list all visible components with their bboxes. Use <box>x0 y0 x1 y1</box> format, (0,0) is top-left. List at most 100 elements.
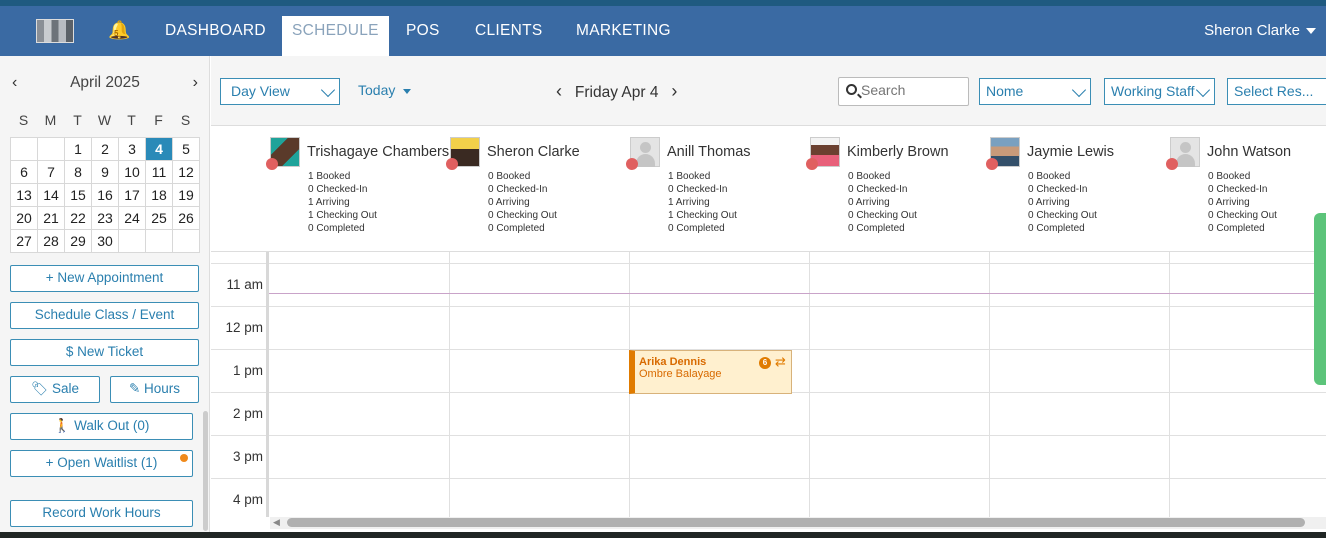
search-input[interactable] <box>861 82 961 98</box>
prev-month-icon[interactable]: ‹ <box>12 74 17 92</box>
stat-checking-out: 0 Checking Out <box>1208 210 1277 221</box>
top-nav: 🔔 5 DASHBOARD SCHEDULE POS CLIENTS MARKET… <box>0 6 1326 56</box>
chevron-down-icon <box>1195 82 1211 98</box>
scroll-left-icon[interactable]: ◀ <box>273 517 280 528</box>
time-label: 4 pm <box>232 492 263 507</box>
new-ticket-button[interactable]: $ New Ticket <box>10 339 199 366</box>
schedule-class-button[interactable]: Schedule Class / Event <box>10 302 199 329</box>
weekday: S <box>180 112 191 128</box>
left-panel-scrollbar[interactable] <box>203 411 208 531</box>
calendar-day[interactable]: 22 <box>64 206 92 230</box>
nav-clients[interactable]: CLIENTS <box>475 16 543 56</box>
calendar-day <box>118 229 146 253</box>
column-divider <box>449 252 450 517</box>
calendar-day[interactable]: 16 <box>91 183 119 207</box>
open-waitlist-button[interactable]: + Open Waitlist (1) <box>10 450 193 477</box>
calendar-day[interactable]: 21 <box>37 206 65 230</box>
walk-out-button[interactable]: 🚶 Walk Out (0) <box>10 413 193 440</box>
notification-count: 5 <box>114 29 119 38</box>
calendar-week: 12345 <box>10 137 200 161</box>
weekday: M <box>44 112 57 128</box>
calendar-day[interactable]: 10 <box>118 160 146 184</box>
calendar-week: 27 28 29 30 <box>10 229 200 253</box>
sale-button[interactable]: 🏷 Sale <box>10 376 100 403</box>
recurring-icon: ⇄ <box>775 354 786 369</box>
nav-pos[interactable]: POS <box>406 16 440 56</box>
stat-completed: 0 Completed <box>668 223 725 234</box>
calendar-day[interactable]: 26 <box>172 206 200 230</box>
calendar-day[interactable]: 23 <box>91 206 119 230</box>
stat-arriving: 0 Arriving <box>488 197 530 208</box>
appointment-badge: 6 <box>759 357 771 369</box>
hour-line <box>211 263 1326 264</box>
staff-stats: 1 Booked 0 Checked-In 1 Arriving 1 Check… <box>308 170 377 235</box>
stat-completed: 0 Completed <box>488 223 545 234</box>
calendar-day[interactable]: 30 <box>91 229 119 253</box>
side-panel-tab[interactable] <box>1314 213 1326 385</box>
staff-filter-select[interactable]: Working Staff <box>1104 78 1215 105</box>
weekday: S <box>18 112 29 128</box>
next-day-icon[interactable]: › <box>671 81 677 101</box>
hours-button[interactable]: ✎ Hours <box>110 376 199 403</box>
search-box[interactable] <box>838 77 969 106</box>
scrollbar-thumb[interactable] <box>287 518 1305 527</box>
calendar-day[interactable]: 7 <box>37 160 65 184</box>
sale-label: Sale <box>51 381 79 396</box>
calendar-day[interactable]: 13 <box>10 183 38 207</box>
calendar-day[interactable]: 17 <box>118 183 146 207</box>
calendar-day[interactable]: 14 <box>37 183 65 207</box>
stat-arriving: 0 Arriving <box>1028 197 1070 208</box>
weekday: F <box>154 112 163 128</box>
stat-arriving: 0 Arriving <box>1208 197 1250 208</box>
calendar-day[interactable]: 29 <box>64 229 92 253</box>
today-button[interactable]: Today <box>358 82 412 98</box>
calendar-day[interactable]: 27 <box>10 229 38 253</box>
staff-filter-value: Working Staff <box>1111 83 1195 99</box>
calendar-grid: 1 2 3 4 5 6 7 8 9 10 11 12 13 14 15 16 17 18 19 20 21 22 23 24 2… <box>10 137 200 253</box>
view-select[interactable]: Day View <box>220 78 340 105</box>
horizontal-scrollbar[interactable]: ◀ <box>270 517 1326 529</box>
appointment-block[interactable]: Arika Dennis Ombre Balayage 6 ⇄ <box>629 350 792 394</box>
calendar-day[interactable]: 28 <box>37 229 65 253</box>
notification-bell-icon[interactable]: 🔔 5 <box>108 20 130 40</box>
calendar-day[interactable]: 12 <box>172 160 200 184</box>
calendar-day[interactable]: 20 <box>10 206 38 230</box>
calendar-day[interactable]: 4 <box>145 137 173 161</box>
date-navigator: ‹ Friday Apr 4 › <box>556 81 677 102</box>
walk-out-label: Walk Out (0) <box>74 418 150 433</box>
prev-day-icon[interactable]: ‹ <box>556 81 562 101</box>
calendar-day[interactable]: 2 <box>91 137 119 161</box>
calendar-day[interactable]: 3 <box>118 137 146 161</box>
calendar-day[interactable]: 25 <box>145 206 173 230</box>
calendar-day[interactable]: 24 <box>118 206 146 230</box>
nav-marketing[interactable]: MARKETING <box>576 16 671 56</box>
new-appointment-button[interactable]: + New Appointment <box>10 265 199 292</box>
nav-schedule[interactable]: SCHEDULE <box>282 16 389 56</box>
calendar-day[interactable]: 18 <box>145 183 173 207</box>
caret-down-icon <box>1306 28 1316 35</box>
record-work-hours-button[interactable]: Record Work Hours <box>10 500 193 527</box>
calendar-day[interactable]: 5 <box>172 137 200 161</box>
calendar-day[interactable]: 11 <box>145 160 173 184</box>
hour-line <box>211 435 1326 436</box>
stat-checked-in: 0 Checked-In <box>1208 184 1268 195</box>
calendar-day[interactable]: 6 <box>10 160 38 184</box>
stat-completed: 0 Completed <box>1208 223 1265 234</box>
staff-name: Sheron Clarke <box>487 144 580 160</box>
calendar-day[interactable]: 15 <box>64 183 92 207</box>
calendar-day[interactable]: 1 <box>64 137 92 161</box>
status-dot <box>986 158 998 170</box>
resource-select[interactable]: Select Res... <box>1227 78 1326 105</box>
user-menu[interactable]: Sheron Clarke <box>1204 22 1316 39</box>
time-gutter-divider <box>266 252 269 517</box>
status-dot <box>806 158 818 170</box>
calendar-day[interactable]: 8 <box>64 160 92 184</box>
current-time-line <box>269 293 1326 294</box>
next-month-icon[interactable]: › <box>193 74 198 92</box>
calendar-day[interactable]: 9 <box>91 160 119 184</box>
name-sort-select[interactable]: Nome <box>979 78 1091 105</box>
nav-dashboard[interactable]: DASHBOARD <box>165 16 266 56</box>
salon-logo[interactable] <box>36 19 74 43</box>
schedule-grid[interactable]: 11 am 12 pm 1 pm 2 pm 3 pm 4 pm Arika De… <box>211 252 1326 517</box>
calendar-day[interactable]: 19 <box>172 183 200 207</box>
